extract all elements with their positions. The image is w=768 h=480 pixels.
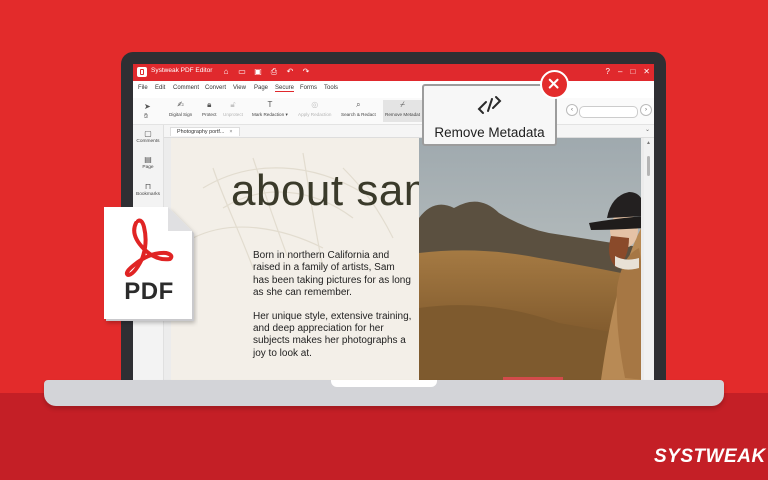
page-icon: ▤	[144, 155, 152, 164]
window-controls: ? – □ ✕	[606, 67, 650, 77]
help-icon[interactable]: ?	[606, 67, 610, 77]
scroll-up-icon[interactable]: ▲	[646, 140, 651, 146]
page-number-input[interactable]	[579, 106, 638, 118]
maximize-icon[interactable]: □	[630, 67, 635, 77]
sidebar-label-bookmarks: Bookmarks	[136, 192, 160, 197]
menu-file[interactable]: File	[138, 85, 148, 91]
search-icon: ⌕	[356, 100, 361, 109]
document-tab-label: Photography portf...	[177, 129, 225, 135]
check-circle-icon: ◎	[311, 100, 319, 109]
mark-redaction-label: Mark Redaction	[252, 112, 285, 117]
comment-icon: ▢	[144, 129, 152, 138]
save-icon[interactable]: ▣	[253, 67, 263, 77]
pdf-label: PDF	[124, 278, 174, 305]
brand-logo: SYSTWEAK	[654, 446, 766, 467]
menu-secure[interactable]: Secure	[275, 85, 295, 92]
menu-view[interactable]: View	[233, 85, 246, 91]
app-window: Systweak PDF Editor ⌂ ▭ ▣ ⎙ ↶ ↷ ? – □ ✕ …	[133, 64, 654, 380]
home-icon[interactable]: ⌂	[221, 67, 231, 77]
app-title: Systweak PDF Editor	[151, 67, 213, 74]
folder-icon[interactable]: ▭	[237, 67, 247, 77]
document-title: about sam	[231, 166, 441, 215]
sidebar-item-page[interactable]: ▤ Page	[133, 155, 163, 170]
remove-metadata-label: Remove Metadat	[385, 112, 420, 117]
digital-sign-label: Digital Sign	[169, 112, 193, 117]
menu-edit[interactable]: Edit	[155, 85, 165, 91]
pdf-file-icon	[104, 207, 194, 321]
next-page-button[interactable]: ›	[640, 104, 652, 116]
menu-page[interactable]: Page	[254, 85, 268, 91]
previous-page-button[interactable]: ‹	[566, 104, 578, 116]
search-redact-button[interactable]: ⌕ Search & Redact	[341, 100, 376, 117]
lock-icon: 🔒︎	[207, 100, 212, 109]
sidebar-item-bookmarks[interactable]: ⊓ Bookmarks	[133, 182, 163, 197]
bio-paragraph-2: Her unique style, extensive training, an…	[253, 310, 412, 359]
unlink-icon	[477, 96, 502, 114]
protect-button[interactable]: 🔒︎ Protect	[202, 100, 217, 117]
tab-close-icon[interactable]: ×	[229, 129, 232, 135]
unprotect-button[interactable]: 🔓︎ Unprotect	[223, 100, 243, 117]
select-pointer-icon[interactable]: ➤	[144, 102, 151, 111]
menu-comment[interactable]: Comment	[173, 85, 199, 91]
laptop-notch	[331, 380, 437, 387]
sidebar-label-comments: Comments	[136, 139, 160, 144]
scroll-thumb[interactable]	[647, 156, 650, 176]
close-icon[interactable]: ✕	[643, 67, 650, 77]
bookmark-icon: ⊓	[144, 182, 152, 191]
callout-label: Remove Metadata	[434, 125, 545, 140]
bio-paragraph-1: Born in northern California and raised i…	[253, 250, 411, 299]
search-redact-label: Search & Redact	[341, 112, 376, 117]
portrait-photo	[419, 138, 641, 380]
menu-forms[interactable]: Forms	[300, 85, 317, 91]
sidebar-item-comments[interactable]: ▢ Comments	[133, 129, 163, 144]
bio-text: Born in northern California and raised i…	[253, 250, 413, 371]
print-icon[interactable]: ⎙	[269, 67, 279, 77]
minimize-icon[interactable]: –	[618, 67, 622, 77]
bottom-band	[0, 393, 768, 480]
document-viewer: about sam Born in northern California an…	[164, 138, 644, 380]
app-logo-icon	[137, 67, 147, 77]
undo-icon[interactable]: ↶	[285, 67, 295, 77]
menu-tools[interactable]: Tools	[324, 85, 338, 91]
text-cursor-icon: T	[267, 100, 273, 109]
protect-label: Protect	[202, 112, 217, 117]
mark-redaction-button[interactable]: T Mark Redaction ▾	[252, 100, 288, 118]
vertical-scrollbar[interactable]: ▲	[644, 138, 654, 380]
close-icon[interactable]	[540, 70, 569, 99]
unlock-icon: 🔓︎	[230, 100, 236, 109]
digital-sign-button[interactable]: ✍ Digital Sign	[169, 100, 192, 117]
remove-metadata-callout[interactable]: Remove Metadata	[422, 84, 557, 146]
remove-metadata-button[interactable]: ⌿ Remove Metadat	[383, 100, 422, 122]
sidebar-label-page: Page	[142, 165, 154, 170]
apply-redaction-label: Apply Redaction	[298, 112, 332, 117]
hand-icon[interactable]: ✋︎	[144, 113, 148, 121]
unprotect-label: Unprotect	[223, 112, 243, 117]
title-bar: Systweak PDF Editor ⌂ ▭ ▣ ⎙ ↶ ↷ ? – □ ✕	[133, 64, 654, 81]
document-tab[interactable]: Photography portf... ×	[170, 127, 240, 136]
unlink-icon: ⌿	[400, 100, 405, 109]
apply-redaction-button[interactable]: ◎ Apply Redaction	[298, 100, 331, 117]
quick-access-toolbar: ⌂ ▭ ▣ ⎙ ↶ ↷	[221, 67, 311, 77]
document-tab-strip: Photography portf... × ⌄	[164, 125, 654, 138]
chevron-down-icon[interactable]: ⌄	[645, 126, 650, 133]
signature-icon: ✍	[177, 100, 184, 109]
pdf-page: about sam Born in northern California an…	[171, 138, 641, 380]
menu-convert[interactable]: Convert	[205, 85, 226, 91]
menu-bar: File Edit Comment Convert View Page Secu…	[133, 81, 654, 98]
redo-icon[interactable]: ↷	[301, 67, 311, 77]
